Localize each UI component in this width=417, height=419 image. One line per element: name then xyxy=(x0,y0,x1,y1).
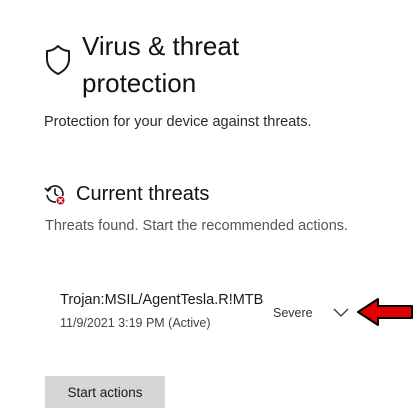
page-header: Virus & threat protection xyxy=(44,28,404,100)
current-threats-heading: Current threats xyxy=(76,183,210,205)
shield-icon xyxy=(46,45,70,75)
current-threats-header: Current threats xyxy=(44,180,404,210)
threat-severity: Severe xyxy=(273,306,313,320)
threat-detected-time: 11/9/2021 3:19 PM (Active) xyxy=(60,316,211,330)
threat-list-item[interactable]: Trojan:MSIL/AgentTesla.R!MTB 11/9/2021 3… xyxy=(44,286,384,336)
chevron-down-icon[interactable] xyxy=(332,306,350,320)
current-threats-description: Threats found. Start the recommended act… xyxy=(45,218,349,234)
virus-threat-protection-page: Virus & threat protection Protection for… xyxy=(0,0,417,419)
threat-name: Trojan:MSIL/AgentTesla.R!MTB xyxy=(60,292,264,308)
page-title-line1: Virus & threat xyxy=(82,31,240,61)
page-subtitle: Protection for your device against threa… xyxy=(44,114,312,130)
red-arrow-icon xyxy=(357,298,413,326)
page-title: Virus & threat protection xyxy=(82,28,382,102)
page-title-line2: protection xyxy=(82,68,197,98)
threat-history-icon xyxy=(44,185,65,205)
start-actions-button[interactable]: Start actions xyxy=(45,376,165,408)
